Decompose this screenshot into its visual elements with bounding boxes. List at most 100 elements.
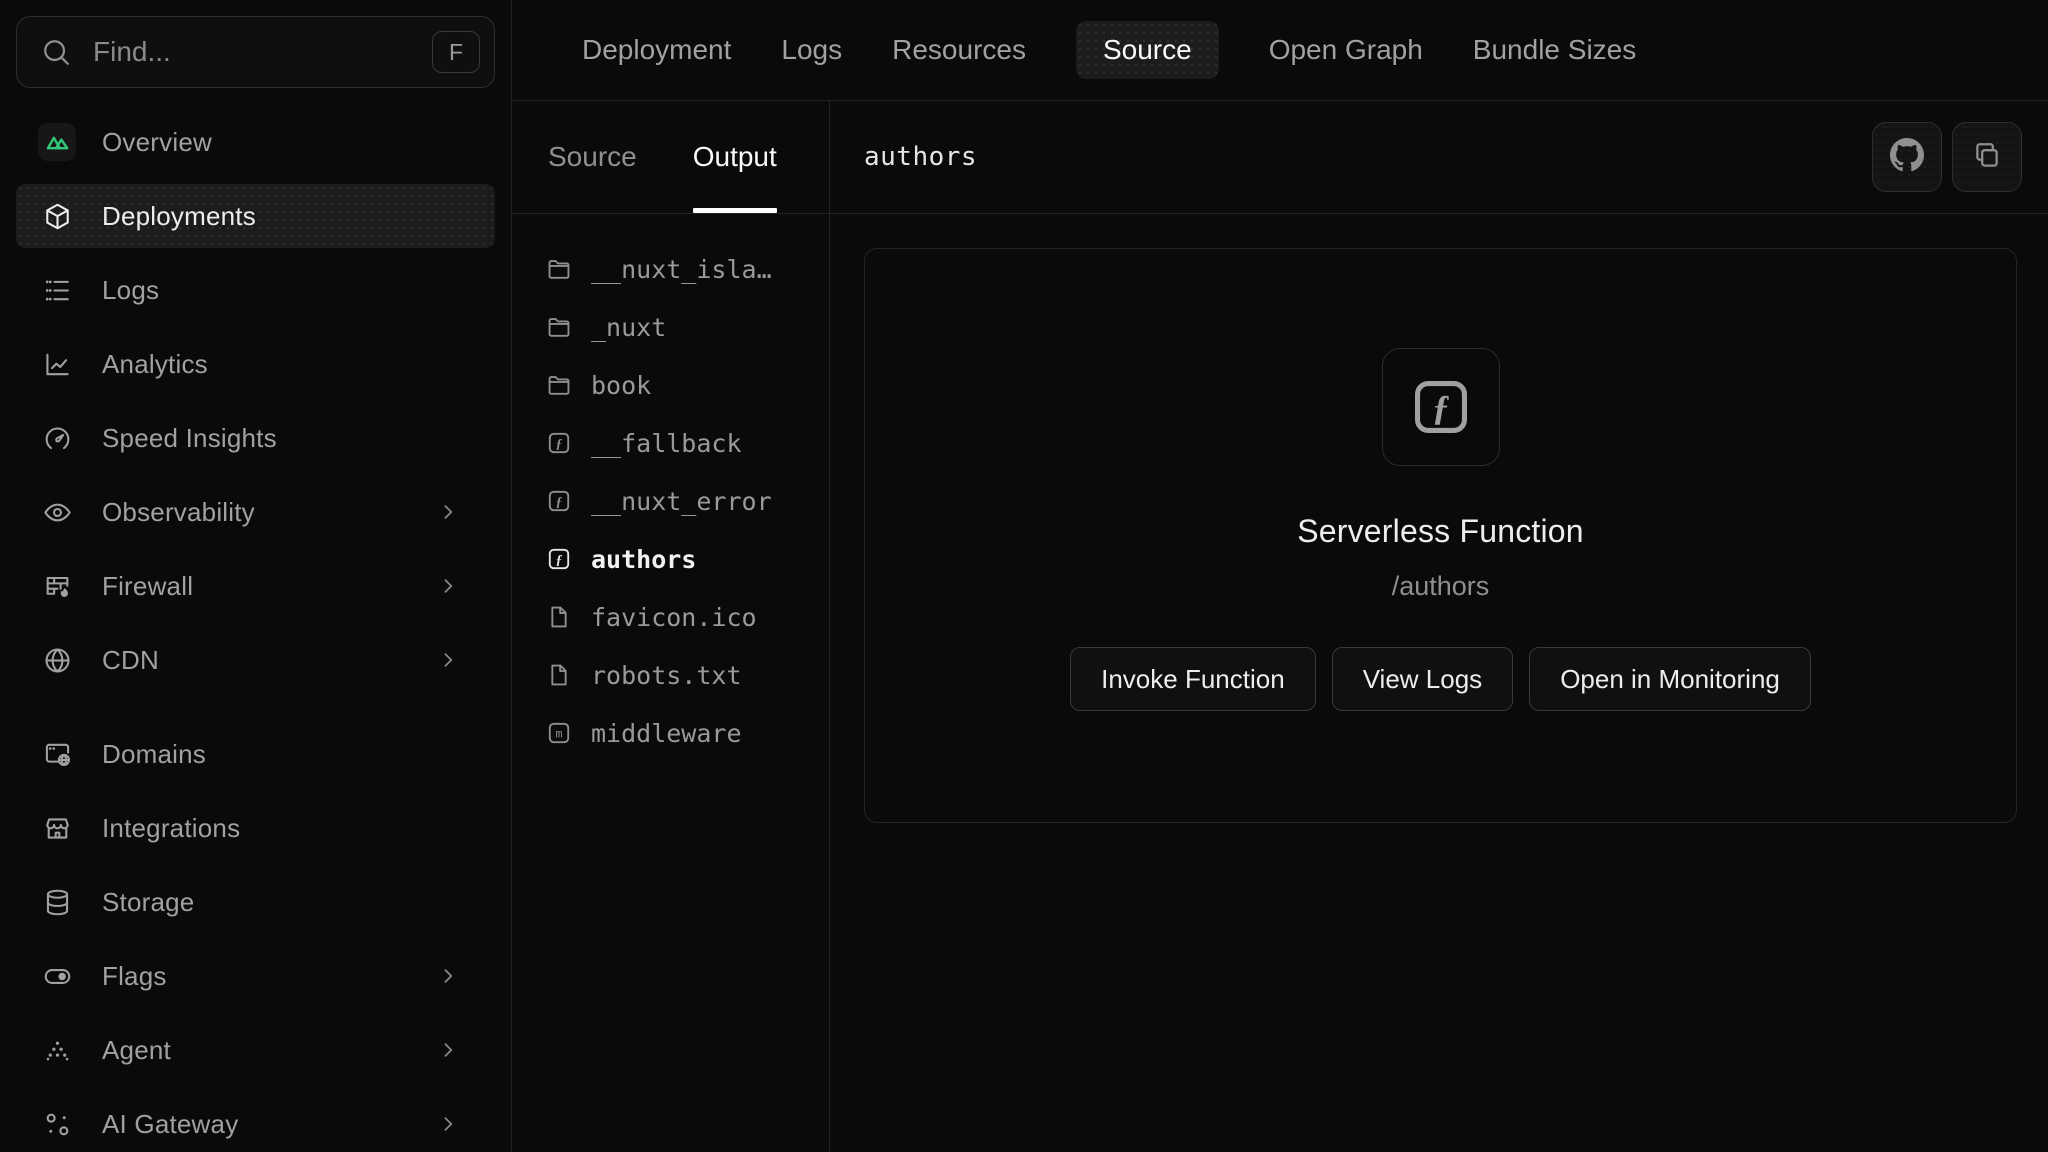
search-icon bbox=[39, 35, 73, 69]
top-tab-source[interactable]: Source bbox=[1076, 21, 1219, 79]
sidebar-item-label: Deployments bbox=[102, 201, 475, 232]
sidebar-item-label: Agent bbox=[102, 1035, 435, 1066]
file-icon bbox=[545, 603, 573, 631]
speed-gauge-icon bbox=[38, 419, 76, 457]
project-logo-icon bbox=[38, 123, 76, 161]
output-file-tree: __nuxt_isla… _nuxtbook ƒ __fallback ƒ __nuxt_… bbox=[512, 214, 830, 1152]
header-actions bbox=[1862, 122, 2022, 192]
firewall-icon bbox=[38, 567, 76, 605]
logs-list-icon bbox=[38, 271, 76, 309]
sidebar-item-domains[interactable]: Domains bbox=[16, 722, 495, 786]
search-placeholder: Find... bbox=[93, 36, 432, 68]
sidebar-item-label: Overview bbox=[102, 127, 475, 158]
sidebar-item-label: Domains bbox=[102, 739, 475, 770]
open-in-monitoring-button[interactable]: Open in Monitoring bbox=[1529, 647, 1811, 711]
chevron-right-icon bbox=[435, 647, 461, 673]
sidebar-item-cdn[interactable]: CDN bbox=[16, 628, 495, 692]
file-row-book[interactable]: book bbox=[545, 356, 819, 414]
browser-globe-icon bbox=[38, 735, 76, 773]
sidebar-item-label: Integrations bbox=[102, 813, 475, 844]
svg-text:ƒ: ƒ bbox=[1432, 387, 1450, 427]
sidebar-item-label: Analytics bbox=[102, 349, 475, 380]
sidebar-item-speed-insights[interactable]: Speed Insights bbox=[16, 406, 495, 470]
agent-dots-icon bbox=[38, 1031, 76, 1069]
file-icon bbox=[545, 661, 573, 689]
file-row-middleware[interactable]: m middleware bbox=[545, 704, 819, 762]
file-row-nuxt-isla[interactable]: __nuxt_isla… bbox=[545, 240, 819, 298]
sidebar-item-agent[interactable]: Agent bbox=[16, 1018, 495, 1082]
sidebar-item-ai-gateway[interactable]: AI Gateway bbox=[16, 1092, 495, 1152]
top-tab-logs[interactable]: Logs bbox=[781, 21, 842, 79]
sidebar-item-flags[interactable]: Flags bbox=[16, 944, 495, 1008]
chevron-right-icon bbox=[435, 499, 461, 525]
file-row-authors[interactable]: ƒ authors bbox=[545, 530, 819, 588]
main-panel: Deployment Logs Resources Source Open Graph B… bbox=[512, 0, 2048, 1152]
function-actions: Invoke FunctionView LogsOpen in Monitori… bbox=[1070, 647, 1811, 711]
sidebar-item-label: Observability bbox=[102, 497, 435, 528]
view-logs-button[interactable]: View Logs bbox=[1332, 647, 1514, 711]
file-detail-pane: ƒ Serverless Function /authors Invoke Fu… bbox=[830, 214, 2048, 1152]
source-subheader: Source Output authors bbox=[512, 101, 2048, 214]
sidebar-item-firewall[interactable]: Firewall bbox=[16, 554, 495, 618]
sidebar-item-overview[interactable]: Overview bbox=[16, 110, 495, 174]
sidebar-item-deployments[interactable]: Deployments bbox=[16, 184, 495, 248]
file-name: __fallback bbox=[591, 429, 742, 458]
svg-text:ƒ: ƒ bbox=[556, 552, 563, 567]
sub-tab-output[interactable]: Output bbox=[693, 101, 777, 213]
svg-text:ƒ: ƒ bbox=[556, 436, 563, 451]
file-name: __nuxt_isla… bbox=[591, 255, 772, 284]
sidebar-nav-secondary: Domains Integrations Storage Flags Agent AI G… bbox=[16, 722, 495, 1152]
file-name: __nuxt_error bbox=[591, 487, 772, 516]
sidebar-item-label: AI Gateway bbox=[102, 1109, 435, 1140]
eye-icon bbox=[38, 493, 76, 531]
selected-file-title: authors bbox=[864, 142, 1862, 172]
function-path: /authors bbox=[1392, 571, 1490, 602]
file-name: middleware bbox=[591, 719, 742, 748]
file-name: authors bbox=[591, 545, 696, 574]
sidebar-item-label: CDN bbox=[102, 645, 435, 676]
copy-icon bbox=[1970, 138, 2004, 177]
source-output-tabs: Source Output bbox=[512, 101, 830, 213]
vercel-deployment-source-page: { "sidebar": { "search": { "placeholder"… bbox=[0, 0, 2048, 1152]
sidebar: Find... F Overview Deployments Logs Analyti… bbox=[0, 0, 512, 1152]
sidebar-item-label: Flags bbox=[102, 961, 435, 992]
file-row-fallback[interactable]: ƒ __fallback bbox=[545, 414, 819, 472]
top-tab-bundle-sizes[interactable]: Bundle Sizes bbox=[1473, 21, 1636, 79]
github-button[interactable] bbox=[1872, 122, 1942, 192]
middleware-file-icon: m bbox=[545, 719, 573, 747]
serverless-function-icon: ƒ bbox=[1382, 348, 1500, 466]
chevron-right-icon bbox=[435, 1111, 461, 1137]
sidebar-item-storage[interactable]: Storage bbox=[16, 870, 495, 934]
function-type-label: Serverless Function bbox=[1297, 513, 1584, 550]
sidebar-item-label: Firewall bbox=[102, 571, 435, 602]
serverless-function-card: ƒ Serverless Function /authors Invoke Fu… bbox=[864, 248, 2017, 823]
source-content: __nuxt_isla… _nuxtbook ƒ __fallback ƒ __nuxt_… bbox=[512, 214, 2048, 1152]
deployment-tab-bar: Deployment Logs Resources Source Open Graph B… bbox=[512, 0, 2048, 101]
top-tab-open-graph[interactable]: Open Graph bbox=[1269, 21, 1423, 79]
svg-text:ƒ: ƒ bbox=[556, 494, 563, 509]
nodes-icon bbox=[38, 1105, 76, 1143]
file-name: book bbox=[591, 371, 651, 400]
search-input[interactable]: Find... F bbox=[16, 16, 495, 88]
chevron-right-icon bbox=[435, 1037, 461, 1063]
file-row-favicon-ico[interactable]: favicon.ico bbox=[545, 588, 819, 646]
file-name: _nuxt bbox=[591, 313, 666, 342]
file-row-nuxt[interactable]: _nuxt bbox=[545, 298, 819, 356]
file-row-robots-txt[interactable]: robots.txt bbox=[545, 646, 819, 704]
sidebar-item-logs[interactable]: Logs bbox=[16, 258, 495, 322]
file-detail-header: authors bbox=[830, 101, 2048, 213]
copy-button[interactable] bbox=[1952, 122, 2022, 192]
folder-icon bbox=[545, 255, 573, 283]
sidebar-item-integrations[interactable]: Integrations bbox=[16, 796, 495, 860]
sidebar-item-label: Logs bbox=[102, 275, 475, 306]
analytics-chart-icon bbox=[38, 345, 76, 383]
top-tab-resources[interactable]: Resources bbox=[892, 21, 1026, 79]
file-row-nuxt-error[interactable]: ƒ __nuxt_error bbox=[545, 472, 819, 530]
folder-icon bbox=[545, 313, 573, 341]
top-tab-deployment[interactable]: Deployment bbox=[582, 21, 731, 79]
function-file-icon: ƒ bbox=[545, 429, 573, 457]
sidebar-item-observability[interactable]: Observability bbox=[16, 480, 495, 544]
sidebar-item-analytics[interactable]: Analytics bbox=[16, 332, 495, 396]
invoke-function-button[interactable]: Invoke Function bbox=[1070, 647, 1316, 711]
sub-tab-source[interactable]: Source bbox=[548, 101, 637, 213]
